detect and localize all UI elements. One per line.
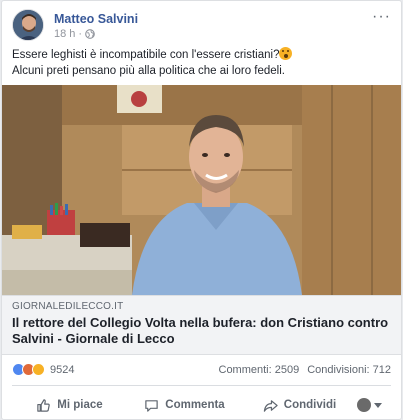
share-label: Condividi bbox=[283, 399, 337, 411]
actions-divider bbox=[12, 385, 391, 386]
author-name[interactable]: Matteo Salvini bbox=[54, 12, 138, 26]
post-text-line2: Alcuni preti pensano più alla politica c… bbox=[12, 65, 285, 77]
globe-icon[interactable] bbox=[85, 29, 95, 39]
post-time[interactable]: 18 h bbox=[54, 28, 75, 40]
caret-down-icon bbox=[374, 402, 382, 408]
preview-photo bbox=[2, 85, 401, 295]
avatar-image bbox=[13, 10, 43, 40]
post-stats: 9524 Commenti: 2509 Condivisioni: 712 bbox=[12, 361, 391, 381]
comment-button[interactable]: Commenta bbox=[127, 398, 242, 413]
share-arrow-icon bbox=[263, 399, 278, 412]
comments-count[interactable]: Commenti: 2509 bbox=[219, 364, 300, 376]
reaction-summary[interactable]: 9524 bbox=[12, 363, 74, 376]
like-button[interactable]: Mi piace bbox=[12, 398, 127, 413]
post-text-line1: Essere leghisti è incompatibile con l'es… bbox=[12, 49, 280, 61]
more-options-button[interactable]: ··· bbox=[372, 9, 391, 25]
link-title[interactable]: Il rettore del Collegio Volta nella bufe… bbox=[12, 315, 391, 347]
wow-emoji-icon bbox=[279, 47, 293, 60]
link-preview-image[interactable] bbox=[2, 85, 401, 295]
like-label: Mi piace bbox=[57, 399, 103, 411]
comment-label: Commenta bbox=[165, 399, 225, 411]
feed-post: Matteo Salvini 18 h · ··· Essere leghist… bbox=[1, 0, 402, 420]
author-avatar[interactable] bbox=[12, 9, 44, 41]
post-text: Essere leghisti è incompatibile con l'es… bbox=[12, 47, 391, 79]
shares-count[interactable]: Condivisioni: 712 bbox=[307, 364, 391, 376]
post-as-selector[interactable] bbox=[357, 398, 391, 412]
comment-icon bbox=[145, 399, 159, 412]
link-preview-box[interactable]: GIORNALEDILECCO.IT Il rettore del Colleg… bbox=[2, 295, 401, 355]
post-header: Matteo Salvini 18 h · ··· bbox=[12, 9, 391, 43]
thumbs-up-icon bbox=[37, 398, 51, 412]
haha-reaction-icon bbox=[32, 363, 45, 376]
reaction-count[interactable]: 9524 bbox=[50, 364, 74, 376]
link-domain: GIORNALEDILECCO.IT bbox=[12, 301, 124, 312]
engagement-counts: Commenti: 2509 Condivisioni: 712 bbox=[219, 364, 392, 376]
post-actions: Mi piace Commenta Condividi bbox=[12, 393, 391, 417]
post-text-line: Essere leghisti è incompatibile con l'es… bbox=[12, 47, 391, 63]
user-mini-avatar bbox=[357, 398, 371, 412]
post-meta: 18 h · bbox=[54, 28, 95, 40]
share-button[interactable]: Condividi bbox=[242, 398, 357, 413]
